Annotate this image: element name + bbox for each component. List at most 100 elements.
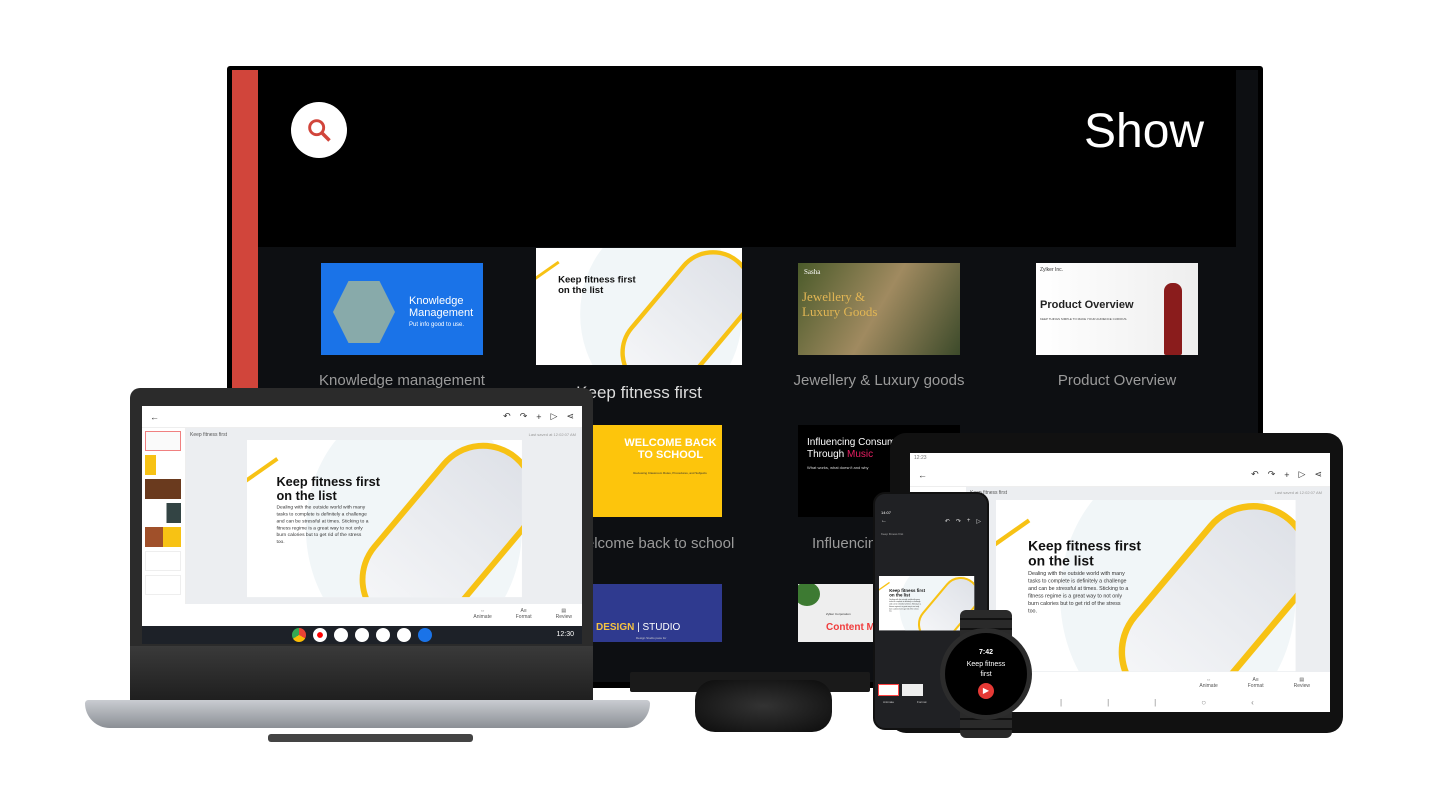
redo-icon[interactable]: ↷	[956, 518, 961, 525]
card-subtitle: Reviewing Classroom Rules, Procedures, a…	[633, 471, 707, 475]
android-nav-bar[interactable]: |||○‹	[1060, 698, 1299, 707]
slide-canvas: Keep fitness first Last saved at 12:02:0…	[186, 428, 582, 604]
format-button[interactable]: A≡ Format	[516, 608, 532, 620]
show-app-icon[interactable]	[397, 628, 411, 642]
thumbnail-1[interactable]	[145, 431, 181, 451]
youtube-icon[interactable]	[313, 628, 327, 642]
animate-button[interactable]: ⇔ Animate	[473, 608, 491, 620]
drive-icon[interactable]	[376, 628, 390, 642]
add-icon[interactable]: +	[1284, 470, 1289, 480]
app-toolbar: ← ↶ ↷ + ▷	[881, 518, 981, 525]
thumbnail-2[interactable]	[145, 455, 181, 475]
thumbnail-2[interactable]	[902, 684, 923, 696]
search-icon	[308, 119, 331, 142]
card-subtitle: KEEP THINGS SIMPLE TO MAKE YOUR AUDIENCE…	[1040, 317, 1128, 321]
thumbnail-5[interactable]	[145, 527, 181, 547]
card-label: Welcome back to school	[572, 535, 735, 552]
thumbnail-1[interactable]	[878, 684, 899, 696]
undo-icon[interactable]: ↶	[503, 411, 511, 422]
document-title[interactable]: Keep fitness first	[190, 432, 227, 438]
files-icon[interactable]	[418, 628, 432, 642]
play-store-icon[interactable]	[355, 628, 369, 642]
format-button[interactable]: Format	[917, 700, 927, 704]
back-icon[interactable]: ←	[150, 412, 159, 422]
back-icon[interactable]: ←	[918, 470, 927, 480]
watch-time: 7:42	[978, 649, 993, 656]
undo-icon[interactable]: ↶	[1251, 469, 1259, 480]
add-icon[interactable]: +	[967, 518, 971, 525]
card-brand: Zylker Corporation	[826, 612, 851, 616]
thumbnail-4[interactable]	[145, 503, 181, 523]
vase-image	[1164, 283, 1182, 355]
app-toolbar: ← ↶ ↷ + ▷ ⋖	[142, 406, 582, 428]
card-label: Jewellery & Luxury goods	[793, 372, 965, 389]
share-icon[interactable]: ⋖	[1314, 469, 1322, 480]
app-title: Show	[1084, 105, 1205, 158]
review-button[interactable]: ▤ Review	[1294, 677, 1310, 689]
card-title: Knowledge Management	[409, 295, 474, 319]
redo-icon[interactable]: ↷	[1268, 469, 1276, 480]
card-jewellery[interactable]: Sasha Jewellery & Luxury Goods	[798, 263, 960, 355]
card-title: Content Marketi	[826, 622, 878, 633]
share-icon[interactable]: ⋖	[566, 411, 574, 422]
play-button[interactable]: ▶	[978, 683, 994, 699]
card-knowledge-management[interactable]: Knowledge Management Put info good to us…	[321, 263, 483, 355]
card-subtitle: Design Studio pace for	[636, 636, 667, 640]
last-saved-status: Last saved at 12:02:07 AM	[528, 432, 576, 437]
play-icon[interactable]: ▷	[1299, 469, 1306, 480]
card-content-marketing[interactable]: Zylker Corporation Content Marketi	[798, 584, 878, 642]
card-design-studio[interactable]: DESIGN | STUDIO Design Studio pace for	[580, 584, 722, 642]
tv-box	[695, 680, 832, 732]
redo-icon[interactable]: ↷	[520, 411, 528, 422]
add-icon[interactable]: +	[536, 412, 541, 422]
laptop-hinge	[130, 646, 593, 702]
card-title: DESIGN | STUDIO	[596, 622, 681, 633]
hexagon-photo	[333, 281, 395, 343]
system-clock[interactable]: 12:30	[556, 630, 574, 639]
thumbnail-6[interactable]	[145, 551, 181, 571]
stylus	[268, 734, 473, 742]
plant-image	[798, 584, 820, 606]
gmail-icon[interactable]	[334, 628, 348, 642]
document-title[interactable]: Keep fitness first	[881, 532, 903, 536]
card-subtitle: What works, what doesn't and why	[807, 465, 869, 470]
card-title: Jewellery & Luxury Goods	[802, 289, 878, 319]
card-brand: Sasha	[804, 268, 821, 276]
card-label: Product Overview	[1057, 372, 1177, 389]
card-title: Product Overview	[1040, 299, 1134, 311]
card-product-overview[interactable]: Zylker Inc. Product Overview KEEP THINGS…	[1036, 263, 1198, 355]
format-button[interactable]: A≡ Format	[1248, 677, 1264, 689]
watch-title: Keep fitness first	[966, 661, 1006, 678]
animate-button[interactable]: ⇔ Animate	[1199, 677, 1217, 689]
chromeos-shelf: 12:30	[142, 626, 582, 644]
thumbnail-7[interactable]	[145, 575, 181, 595]
chrome-icon[interactable]	[292, 628, 306, 642]
laptop-screen: ← ↶ ↷ + ▷ ⋖ Keep fitness first Last saved at…	[142, 406, 582, 644]
card-keep-fitness-first[interactable]: Keep fitness first on the list	[536, 248, 742, 365]
card-subtitle: Put info good to use.	[409, 322, 465, 328]
undo-icon[interactable]: ↶	[945, 518, 950, 525]
card-title: Influencing Consum Through Music	[807, 437, 896, 460]
search-button[interactable]	[291, 102, 347, 158]
review-button[interactable]: ▤ Review	[556, 608, 572, 620]
status-clock: 14:07	[881, 510, 892, 515]
tv-accent-strip	[232, 70, 258, 390]
laptop-base	[85, 700, 650, 728]
slide-preview[interactable]: Keep fitness first on the list Dealing wi…	[996, 500, 1296, 672]
thumbnail-3[interactable]	[145, 479, 181, 499]
slide-preview[interactable]: Keep fitness first on the list Dealing wi…	[247, 440, 522, 598]
laptop: ← ↶ ↷ + ▷ ⋖ Keep fitness first Last saved at…	[130, 388, 593, 646]
last-saved-status: Last saved at 12:02:07 AM	[1274, 490, 1322, 495]
card-brand: Zylker Inc.	[1040, 267, 1064, 273]
play-icon[interactable]: ▷	[976, 518, 981, 525]
animate-button[interactable]: Animate	[883, 700, 894, 704]
card-back-to-school[interactable]: WELCOME BACK TO SCHOOL Reviewing Classro…	[580, 425, 722, 517]
status-clock: 12:23	[914, 455, 927, 461]
app-toolbar: ← ↶ ↷ + ▷ ⋖	[910, 463, 1330, 487]
card-label: Knowledge management	[319, 372, 485, 389]
slide-thumbnails[interactable]	[142, 428, 186, 604]
back-icon[interactable]: ←	[881, 518, 887, 525]
card-title: WELCOME BACK TO SCHOOL	[624, 437, 717, 461]
bottom-toolbar: ⇔ Animate A≡ Format ▤ Review	[473, 608, 572, 620]
play-icon[interactable]: ▷	[551, 411, 558, 422]
